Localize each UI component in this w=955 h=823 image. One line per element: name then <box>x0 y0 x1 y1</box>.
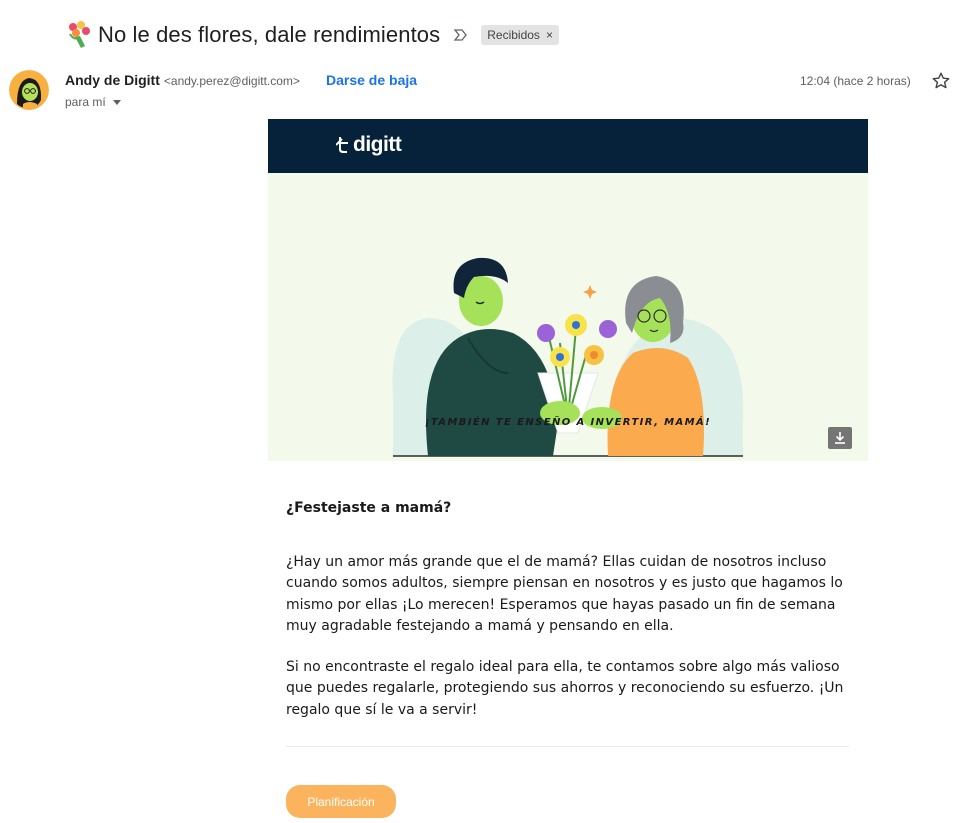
chevron-down-icon <box>112 99 121 105</box>
sender-email: <andy.perez@digitt.com> <box>163 74 300 88</box>
sender-row: Andy de Digitt <andy.perez@digitt.com> <box>65 72 300 88</box>
divider <box>286 746 849 747</box>
inbox-label-text: Recibidos <box>487 28 540 42</box>
content-paragraph-1: ¿Hay un amor más grande que el de mamá? … <box>286 554 843 634</box>
hero-caption: ¡TAMBIÉN TE ENSEÑO A INVERTIR, MAMÁ! <box>424 417 712 428</box>
email-body: digitt ¡TAMBIÉN TE ENSEÑO A INVERTIR, MA… <box>268 119 868 461</box>
recipient-label: para mí <box>65 95 106 109</box>
star-icon[interactable] <box>931 71 951 91</box>
remove-label-button[interactable]: × <box>546 28 553 42</box>
subject-row: No le des flores, dale rendimientos Reci… <box>66 18 559 52</box>
unsubscribe-link[interactable]: Darse de baja <box>326 72 417 88</box>
importance-marker-icon[interactable] <box>453 28 469 42</box>
content-heading: ¿Festejaste a mamá? <box>286 500 452 516</box>
content-paragraph-2: Si no encontraste el regalo ideal para e… <box>286 659 844 718</box>
download-icon <box>835 432 845 444</box>
hero-illustration: ¡TAMBIÉN TE ENSEÑO A INVERTIR, MAMÁ! <box>268 173 868 461</box>
planificacion-button[interactable]: Planificación <box>286 785 396 818</box>
brand-name: digitt <box>353 133 402 156</box>
digitt-logo-icon <box>336 137 348 153</box>
sender-avatar <box>9 70 49 110</box>
recipient-details-toggle[interactable]: para mí <box>65 95 121 109</box>
sender-name[interactable]: Andy de Digitt <box>65 72 160 88</box>
email-subject: No le des flores, dale rendimientos <box>98 22 441 47</box>
email-timestamp: 12:04 (hace 2 horas) <box>800 74 911 88</box>
download-image-button[interactable] <box>828 427 852 449</box>
inbox-label-chip[interactable]: Recibidos × <box>481 25 559 45</box>
bouquet-icon <box>69 21 90 48</box>
brand-logo[interactable]: digitt <box>336 133 402 157</box>
brand-header-bar: digitt <box>268 119 868 173</box>
